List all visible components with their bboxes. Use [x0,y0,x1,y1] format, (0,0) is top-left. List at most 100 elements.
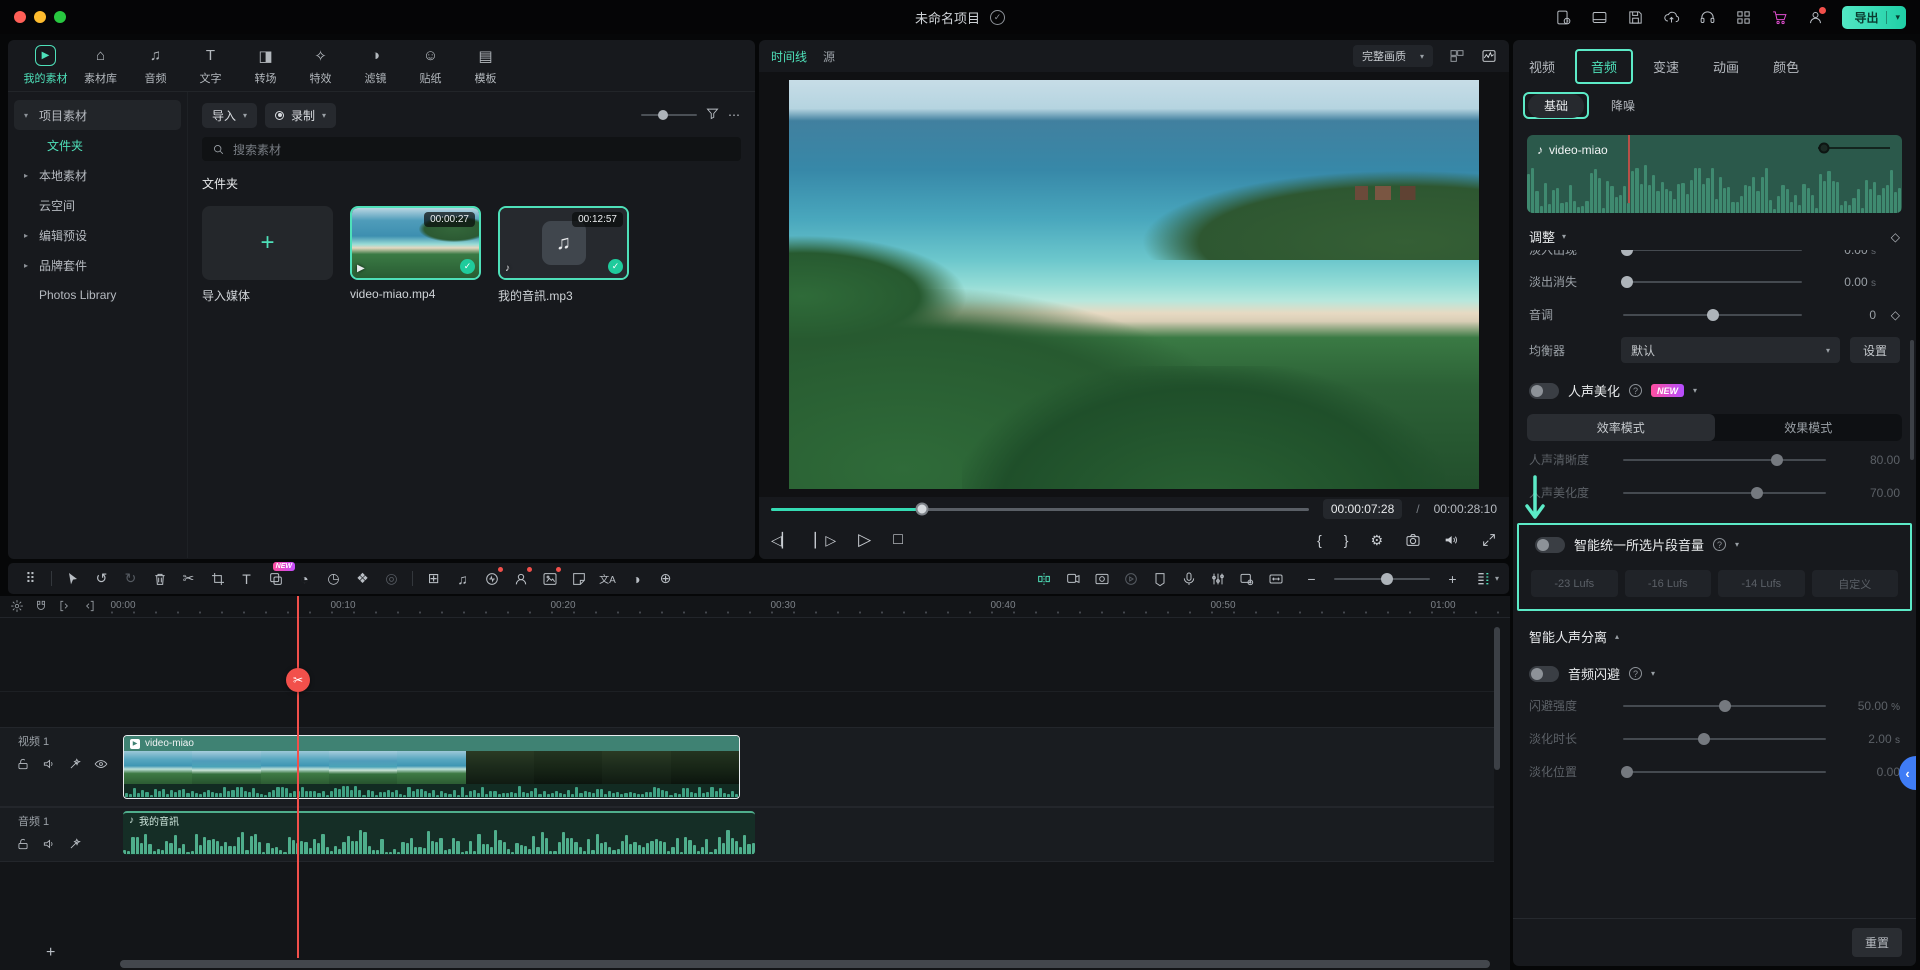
more-options-icon[interactable]: ⋯ [728,108,741,122]
multiview-layout-icon[interactable] [1449,48,1465,64]
audio-stretch-icon[interactable]: ♫ [450,566,475,591]
mark-in-button[interactable]: { [1317,532,1322,548]
help-icon[interactable]: ? [1713,538,1726,551]
tab-stock-media[interactable]: ⌂素材库 [77,45,124,86]
import-chevron-icon[interactable]: ▾ [243,111,247,120]
export-button[interactable]: 导出 ▾ [1842,6,1906,29]
stop-button[interactable]: □ [893,531,903,549]
hide-track-icon[interactable] [94,757,108,774]
play-button[interactable]: ▷ [858,530,871,550]
volume-icon[interactable] [1443,532,1459,548]
redo-icon[interactable]: ↻ [118,566,143,591]
ai-audio-denoise-icon[interactable] [479,566,504,591]
next-frame-button[interactable]: ▏▷ [815,532,837,549]
timeline-audio-clip[interactable]: ♪我的音訊 [123,811,755,855]
audio-thumbnail[interactable]: ♫ 00:12:57 ♪ ✓ [498,206,629,280]
timeline-ruler[interactable]: 00:00 00:10 00:20 00:30 00:40 00:50 01:0… [0,596,1510,618]
ai-translate-icon[interactable]: 文A [595,566,620,591]
playhead-scissors-handle[interactable]: ✂ [286,668,310,692]
preview-render-icon[interactable] [1119,566,1144,591]
timeline-vertical-scrollbar[interactable] [1494,627,1500,770]
fullscreen-icon[interactable] [1481,532,1497,548]
render-preview-icon[interactable]: ⊞ [421,566,446,591]
ai-color-icon[interactable]: ◑ [624,566,649,591]
undo-icon[interactable]: ↺ [89,566,114,591]
clip-preview-icon[interactable] [1235,566,1260,591]
slider-knob[interactable] [1381,573,1393,585]
tab-audio[interactable]: ♫音频 [132,45,179,86]
equalizer-settings-button[interactable]: 设置 [1850,337,1900,363]
export-options-chevron[interactable]: ▾ [1895,12,1900,23]
sidebar-item-local-media[interactable]: ▸本地素材 [14,160,181,190]
tab-filters[interactable]: ◑滤镜 [352,45,399,86]
slider-knob[interactable] [1707,309,1719,321]
mask-icon[interactable]: NEW [263,566,288,591]
keyframe-diamond-icon[interactable]: ◇ [1891,230,1900,244]
search-input[interactable]: 搜索素材 [202,137,741,161]
subtab-basic[interactable]: 基础 [1528,94,1584,118]
lock-track-icon[interactable] [16,757,30,774]
tab-templates[interactable]: ▤模板 [462,45,509,86]
slider-knob[interactable] [1621,766,1633,778]
expand-chevron-icon[interactable]: ▸ [24,261,32,270]
snapshot-camera-icon[interactable] [1405,532,1421,548]
audio-clip-card[interactable]: ♪video-miao [1527,135,1902,213]
timeline-zoom-slider[interactable] [1334,578,1430,580]
collapse-chevron-icon[interactable]: ▾ [1735,540,1739,549]
sidebar-item-folder[interactable]: 文件夹 [14,130,181,160]
slider-knob[interactable] [658,110,668,120]
inspector-tab-color[interactable]: 颜色 [1773,57,1799,76]
volume-knob[interactable] [1818,143,1829,154]
collapse-chevron-icon[interactable]: ▴ [1615,632,1619,641]
mark-in-icon[interactable] [58,599,72,616]
video-media-card[interactable]: 00:00:27 ▶ ✓ video-miao.mp4 [350,206,481,304]
account-icon[interactable] [1806,8,1824,26]
import-media-card[interactable]: + 导入媒体 [202,206,333,304]
fade-out-slider[interactable] [1623,281,1802,283]
headset-icon[interactable] [1698,8,1716,26]
tab-my-media[interactable]: ▶我的素材 [22,45,69,86]
slider-knob[interactable] [1698,733,1710,745]
upload-cloud-icon[interactable] [1662,8,1680,26]
toolbox-icon[interactable]: ⠿ [18,566,43,591]
tab-text[interactable]: T文字 [187,45,234,86]
inspector-tab-audio[interactable]: 音频 [1575,49,1633,84]
fit-timeline-icon[interactable] [1264,566,1289,591]
mode-efficiency[interactable]: 效率模式 [1527,414,1715,441]
playback-settings-icon[interactable]: ⚙ [1370,532,1383,549]
record-button[interactable]: 录制▾ [265,103,336,128]
filter-icon[interactable] [705,106,720,124]
ducking-strength-slider[interactable] [1623,705,1826,707]
clip-volume-slider[interactable] [1818,147,1890,149]
slider-knob[interactable] [1771,454,1783,466]
preview-tab-source[interactable]: 源 [823,48,835,65]
track-height-control[interactable]: ▾ [1475,571,1499,587]
inspector-tab-speed[interactable]: 变速 [1653,57,1679,76]
lufs-option-custom[interactable]: 自定义 [1812,570,1899,597]
crop-icon[interactable] [205,566,230,591]
audio-ducking-toggle[interactable] [1529,666,1559,682]
slider-knob[interactable] [1719,700,1731,712]
zoom-out-icon[interactable]: − [1299,566,1324,591]
vocal-beauty-slider[interactable] [1623,492,1826,494]
scopes-icon[interactable] [1481,48,1497,64]
pitch-slider[interactable] [1623,314,1802,316]
video-viewport[interactable] [759,72,1509,497]
mark-out-button[interactable]: } [1344,532,1349,548]
snap-magnet-icon[interactable] [34,599,48,616]
audio-mixer-icon[interactable] [1206,566,1231,591]
playhead[interactable]: ✂ [297,596,299,958]
equalizer-dropdown[interactable]: 默认▾ [1621,337,1840,363]
tab-stickers[interactable]: ☺贴纸 [407,45,454,86]
delete-icon[interactable] [147,566,172,591]
export-frame-icon[interactable] [1061,566,1086,591]
project-media-icon[interactable] [1554,8,1572,26]
inspector-tab-video[interactable]: 视频 [1529,57,1555,76]
timeline-video-clip[interactable]: ▶video-miao [123,735,740,799]
inspector-tab-animation[interactable]: 动画 [1713,57,1739,76]
split-scissors-icon[interactable]: ✂ [176,566,201,591]
subtab-denoise[interactable]: 降噪 [1611,97,1635,114]
ai-sticker-icon[interactable] [566,566,591,591]
preview-tab-timeline[interactable]: 时间线 [771,48,807,65]
timeline[interactable]: 00:00 00:10 00:20 00:30 00:40 00:50 01:0… [0,596,1510,970]
